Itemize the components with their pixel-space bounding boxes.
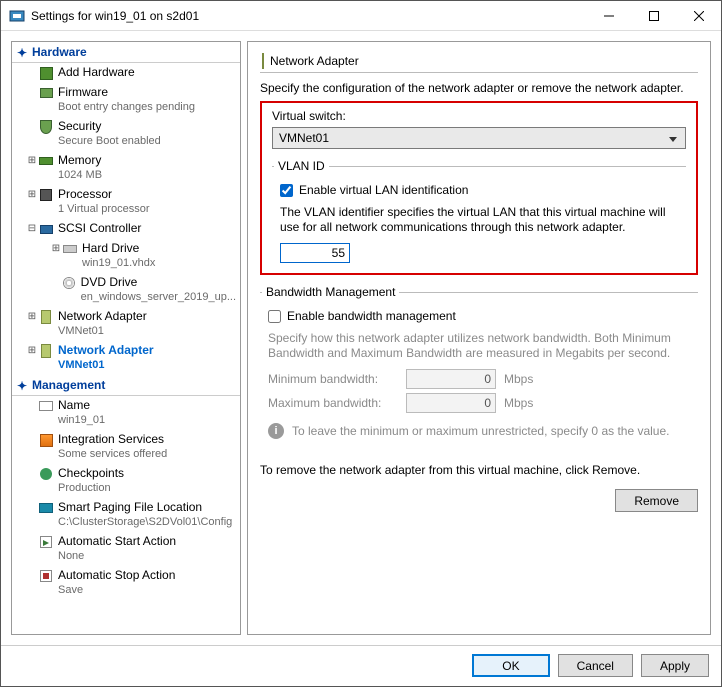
sidebar-item-name[interactable]: Namewin19_01 bbox=[12, 396, 240, 430]
maximize-button[interactable] bbox=[631, 1, 676, 31]
sidebar-item-nic-2[interactable]: ⊞ Network AdapterVMNet01 bbox=[12, 341, 240, 375]
sidebar-item-hard-drive[interactable]: ⊞ Hard Drivewin19_01.vhdx bbox=[12, 239, 240, 273]
nic-icon bbox=[38, 343, 54, 359]
max-bandwidth-label: Maximum bandwidth: bbox=[268, 396, 398, 410]
sidebar-item-auto-stop[interactable]: Automatic Stop ActionSave bbox=[12, 566, 240, 600]
bandwidth-help-text: Specify how this network adapter utilize… bbox=[268, 331, 690, 361]
expand-icon[interactable]: ⊞ bbox=[26, 309, 38, 339]
bandwidth-info-text: To leave the minimum or maximum unrestri… bbox=[292, 424, 669, 438]
dvd-icon bbox=[61, 275, 77, 291]
vlan-group-label: VLAN ID bbox=[274, 159, 329, 173]
section-management-label: Management bbox=[32, 378, 105, 392]
pane-description: Specify the configuration of the network… bbox=[260, 81, 698, 95]
section-hardware-label: Hardware bbox=[32, 45, 87, 59]
firmware-icon bbox=[38, 85, 54, 101]
memory-icon bbox=[38, 153, 54, 169]
section-management[interactable]: ✦ Management bbox=[12, 375, 240, 396]
vlan-id-input[interactable] bbox=[280, 243, 350, 263]
sidebar-item-dvd-drive[interactable]: DVD Driveen_windows_server_2019_up... bbox=[12, 273, 240, 307]
bandwidth-unit: Mbps bbox=[504, 396, 533, 410]
expand-icon[interactable]: ⊞ bbox=[26, 153, 38, 183]
name-icon bbox=[38, 398, 54, 414]
sidebar-item-nic-1[interactable]: ⊞ Network AdapterVMNet01 bbox=[12, 307, 240, 341]
nic-icon bbox=[38, 309, 54, 325]
app-icon bbox=[9, 8, 25, 24]
remove-help-text: To remove the network adapter from this … bbox=[260, 463, 698, 477]
vlan-enable-label: Enable virtual LAN identification bbox=[299, 183, 468, 197]
min-bandwidth-input bbox=[406, 369, 496, 389]
nic-icon bbox=[262, 54, 264, 68]
collapse-icon: ✦ bbox=[17, 46, 27, 60]
add-hardware-label: Add Hardware bbox=[58, 65, 135, 80]
virtual-switch-value: VMNet01 bbox=[279, 131, 329, 145]
bandwidth-group-label: Bandwidth Management bbox=[262, 285, 399, 299]
min-bandwidth-label: Minimum bandwidth: bbox=[268, 372, 398, 386]
vlan-enable-checkbox[interactable] bbox=[280, 184, 293, 197]
window-title: Settings for win19_01 on s2d01 bbox=[31, 9, 586, 23]
integration-icon bbox=[38, 432, 54, 448]
apply-button[interactable]: Apply bbox=[641, 654, 709, 677]
shield-icon bbox=[38, 119, 54, 135]
max-bandwidth-input bbox=[406, 393, 496, 413]
collapse-icon: ✦ bbox=[17, 379, 27, 393]
sidebar-item-smart-paging[interactable]: Smart Paging File LocationC:\ClusterStor… bbox=[12, 498, 240, 532]
hard-drive-icon bbox=[62, 241, 78, 257]
virtual-switch-label: Virtual switch: bbox=[272, 109, 686, 123]
vlan-group: VLAN ID Enable virtual LAN identificatio… bbox=[272, 159, 686, 263]
minimize-button[interactable] bbox=[586, 1, 631, 31]
dialog-footer: OK Cancel Apply bbox=[1, 645, 721, 685]
bandwidth-unit: Mbps bbox=[504, 372, 533, 386]
sidebar-item-add-hardware[interactable]: Add Hardware bbox=[12, 63, 240, 83]
bandwidth-group: Bandwidth Management Enable bandwidth ma… bbox=[260, 285, 698, 449]
info-icon: i bbox=[268, 423, 284, 439]
start-action-icon bbox=[38, 534, 54, 550]
detail-pane: Network Adapter Specify the configuratio… bbox=[247, 41, 711, 635]
sidebar-item-auto-start[interactable]: Automatic Start ActionNone bbox=[12, 532, 240, 566]
bandwidth-enable-checkbox[interactable] bbox=[268, 310, 281, 323]
section-hardware[interactable]: ✦ Hardware bbox=[12, 42, 240, 63]
add-hardware-icon bbox=[38, 65, 54, 81]
cancel-button[interactable]: Cancel bbox=[558, 654, 633, 677]
stop-action-icon bbox=[38, 568, 54, 584]
sidebar-item-firmware[interactable]: FirmwareBoot entry changes pending bbox=[12, 83, 240, 117]
ok-button[interactable]: OK bbox=[472, 654, 549, 677]
settings-tree[interactable]: ✦ Hardware Add Hardware FirmwareBoot ent… bbox=[11, 41, 241, 635]
sidebar-item-security[interactable]: SecuritySecure Boot enabled bbox=[12, 117, 240, 151]
close-button[interactable] bbox=[676, 1, 721, 31]
smart-paging-icon bbox=[38, 500, 54, 516]
sidebar-item-integration[interactable]: Integration ServicesSome services offere… bbox=[12, 430, 240, 464]
sidebar-item-processor[interactable]: ⊞ Processor1 Virtual processor bbox=[12, 185, 240, 219]
vlan-help-text: The VLAN identifier specifies the virtua… bbox=[280, 205, 678, 235]
pane-title: Network Adapter bbox=[270, 54, 359, 68]
expand-icon[interactable]: ⊞ bbox=[50, 241, 62, 271]
checkpoint-icon bbox=[38, 466, 54, 482]
titlebar: Settings for win19_01 on s2d01 bbox=[1, 1, 721, 31]
expand-icon[interactable]: ⊞ bbox=[26, 343, 38, 373]
sidebar-item-checkpoints[interactable]: CheckpointsProduction bbox=[12, 464, 240, 498]
virtual-switch-dropdown[interactable]: VMNet01 bbox=[272, 127, 686, 149]
sidebar-item-scsi[interactable]: ⊟ SCSI Controller bbox=[12, 219, 240, 239]
bandwidth-enable-label: Enable bandwidth management bbox=[287, 309, 456, 323]
sidebar-item-memory[interactable]: ⊞ Memory1024 MB bbox=[12, 151, 240, 185]
collapse-icon[interactable]: ⊟ bbox=[26, 221, 38, 237]
remove-button[interactable]: Remove bbox=[615, 489, 698, 512]
processor-icon bbox=[38, 187, 54, 203]
highlight-region: Virtual switch: VMNet01 VLAN ID Enable v… bbox=[260, 101, 698, 275]
scsi-icon bbox=[38, 221, 54, 237]
expand-icon[interactable]: ⊞ bbox=[26, 187, 38, 217]
